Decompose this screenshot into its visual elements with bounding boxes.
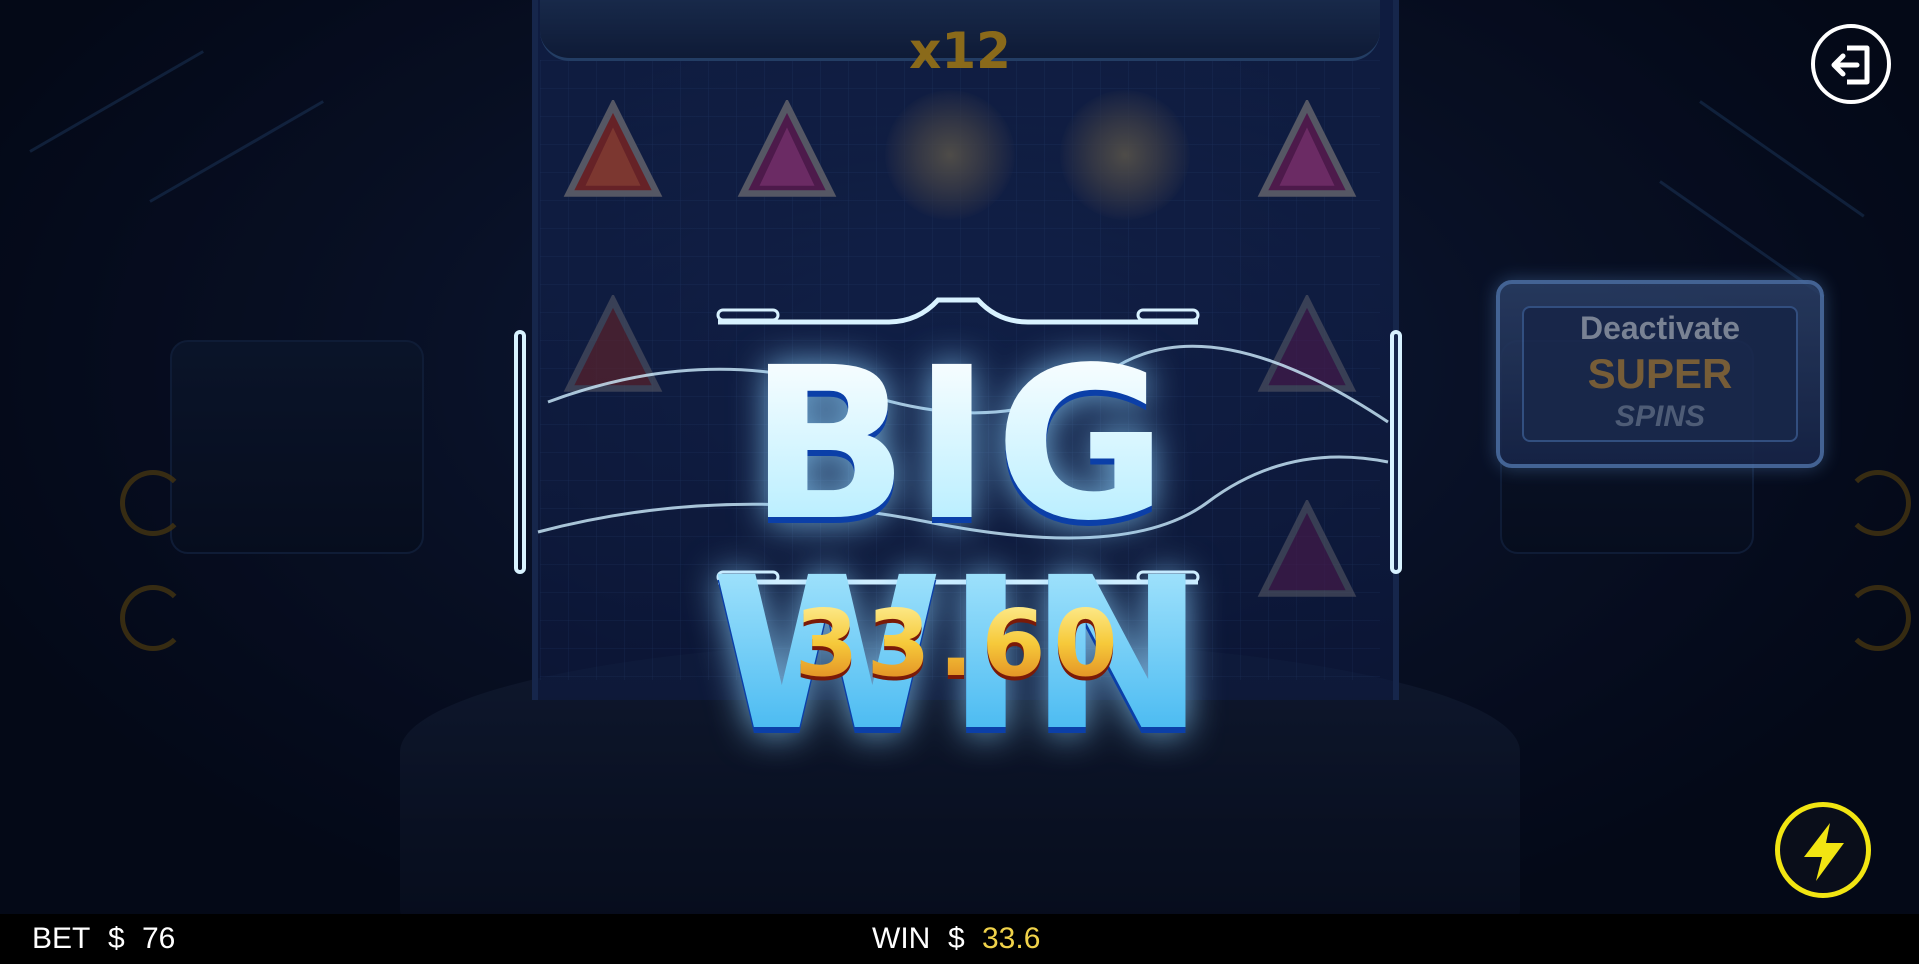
deactivate-super-spins-button[interactable]: Deactivate SUPER SPINS <box>1496 280 1824 468</box>
win-value: 33.6 <box>982 922 1041 955</box>
multiplier-label: x12 <box>909 22 1011 80</box>
super-spins-line1: Deactivate <box>1579 310 1741 346</box>
game-scene: x12 Deactivate SUPER SPINS BIG WIN 33.60 <box>0 0 1919 914</box>
exit-button[interactable] <box>1811 24 1891 104</box>
turbo-button[interactable] <box>1775 802 1871 898</box>
super-spins-line2: SUPER <box>1587 350 1733 397</box>
bet-label: BET <box>32 922 91 955</box>
win-label: WIN <box>872 922 931 955</box>
exit-icon <box>1831 45 1870 85</box>
bet-currency: $ <box>108 922 125 955</box>
bet-value: 76 <box>142 922 176 955</box>
big-win-amount: 33.60 <box>760 590 1160 697</box>
big-win-title: BIG WIN <box>560 340 1360 760</box>
super-spins-line3: SPINS <box>1614 400 1706 433</box>
lightning-icon <box>1804 823 1844 881</box>
win-currency: $ <box>948 922 965 955</box>
